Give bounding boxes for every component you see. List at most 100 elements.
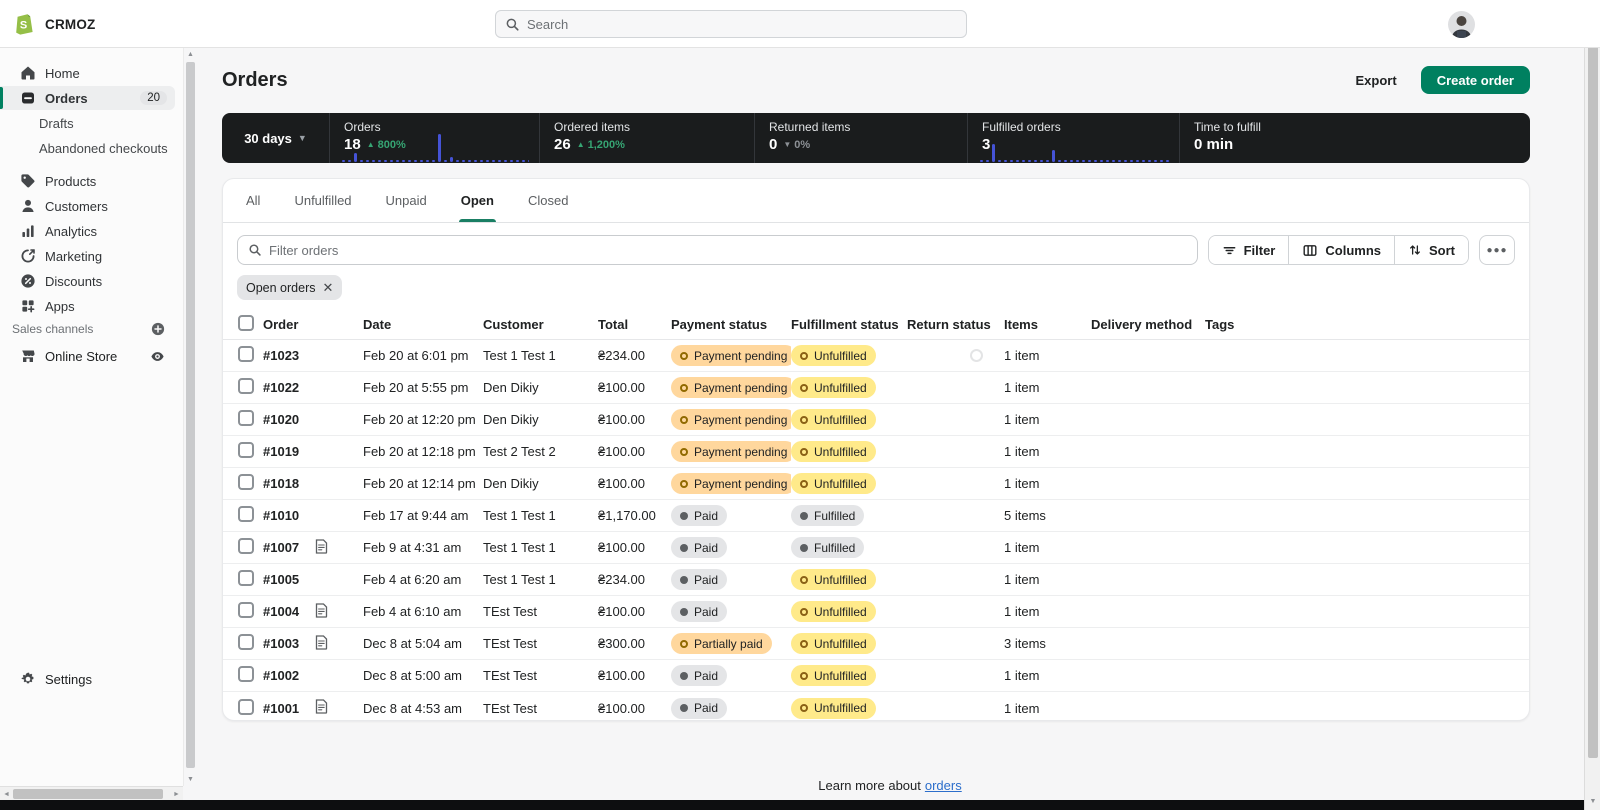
brand[interactable]: S CRMOZ — [14, 0, 96, 48]
row-checkbox[interactable] — [238, 570, 254, 586]
column-header-date[interactable]: Date — [363, 317, 483, 332]
tab-unpaid[interactable]: Unpaid — [380, 179, 433, 222]
order-number[interactable]: #1001 — [263, 701, 299, 716]
order-number[interactable]: #1005 — [263, 572, 299, 587]
sidebar-item-discounts[interactable]: Discounts — [0, 269, 175, 293]
stat-card-orders[interactable]: Orders18800% — [330, 113, 540, 163]
row-checkbox[interactable] — [238, 634, 254, 650]
order-number[interactable]: #1019 — [263, 444, 299, 459]
sidebar-item-analytics[interactable]: Analytics — [0, 219, 175, 243]
remove-filter-icon[interactable]: ✕ — [322, 280, 333, 296]
sidebar-item-drafts[interactable]: Drafts — [0, 111, 175, 135]
sidebar-scrollbar[interactable]: ▲ ▼ — [183, 48, 196, 786]
page-scrollbar-thumb[interactable] — [1588, 18, 1598, 758]
sidebar-item-products[interactable]: Products — [0, 169, 175, 193]
column-header-items[interactable]: Items — [1004, 317, 1091, 332]
global-search[interactable] — [495, 10, 967, 38]
row-checkbox[interactable] — [238, 442, 254, 458]
order-number[interactable]: #1010 — [263, 508, 299, 523]
order-number[interactable]: #1004 — [263, 604, 299, 619]
order-row[interactable]: #1007 Feb 9 at 4:31 am Test 1 Test 1 ₴100.0… — [223, 532, 1529, 564]
sidebar-item-apps[interactable]: Apps — [0, 294, 175, 318]
settings-label: Settings — [45, 671, 92, 687]
more-options-button[interactable]: ●●● — [1479, 235, 1515, 265]
order-row[interactable]: #1020 Feb 20 at 12:20 pm Den Dikiy ₴100.00 P… — [223, 404, 1529, 436]
tab-unfulfilled[interactable]: Unfulfilled — [288, 179, 357, 222]
user-avatar[interactable] — [1448, 11, 1475, 38]
order-row[interactable]: #1003 Dec 8 at 5:04 am TEst Test ₴300.00 Par… — [223, 628, 1529, 660]
sidebar-horizontal-scrollbar[interactable]: ◄ ► — [0, 786, 183, 800]
sidebar-item-marketing[interactable]: Marketing — [0, 244, 175, 268]
sidebar-item-online-store[interactable]: Online Store — [0, 344, 175, 368]
sort-button[interactable]: Sort — [1395, 236, 1468, 264]
filter-orders-input[interactable] — [269, 242, 1187, 258]
column-header-tags[interactable]: Tags — [1205, 317, 1529, 332]
row-checkbox[interactable] — [238, 698, 254, 715]
sidebar-item-home[interactable]: Home — [0, 61, 175, 85]
column-header-order[interactable]: Order — [263, 317, 363, 332]
scroll-right-icon[interactable]: ► — [170, 787, 183, 801]
sidebar-item-orders[interactable]: Orders 20 — [0, 86, 175, 110]
order-row[interactable]: #1001 Dec 8 at 4:53 am TEst Test ₴100.00 Pai… — [223, 692, 1529, 724]
export-button[interactable]: Export — [1346, 69, 1407, 92]
columns-button[interactable]: Columns — [1289, 236, 1395, 264]
row-checkbox[interactable] — [238, 410, 254, 426]
order-row[interactable]: #1019 Feb 20 at 12:18 pm Test 2 Test 2 ₴100… — [223, 436, 1529, 468]
filter-orders-field[interactable] — [237, 235, 1198, 265]
order-row[interactable]: #1018 Feb 20 at 12:14 pm Den Dikiy ₴100.00 P… — [223, 468, 1529, 500]
order-row[interactable]: #1023 Feb 20 at 6:01 pm Test 1 Test 1 ₴234.… — [223, 340, 1529, 372]
orders-help-link[interactable]: orders — [925, 778, 962, 793]
order-total: ₴100.00 — [598, 668, 645, 683]
stat-card-fulfilled-orders[interactable]: Fulfilled orders 3 — [968, 113, 1180, 163]
open-orders-filter-chip[interactable]: Open orders ✕ — [237, 275, 343, 300]
order-number[interactable]: #1023 — [263, 348, 299, 363]
column-header-customer[interactable]: Customer — [483, 317, 598, 332]
order-number[interactable]: #1022 — [263, 380, 299, 395]
row-checkbox[interactable] — [238, 474, 254, 490]
column-header-payment-status[interactable]: Payment status — [671, 317, 791, 332]
stat-card-ordered-items[interactable]: Ordered items 26 1,200% — [540, 113, 755, 163]
sidebar-item-settings[interactable]: Settings — [0, 667, 175, 691]
page-scrollbar[interactable]: ▲ ▼ — [1584, 0, 1600, 810]
row-checkbox[interactable] — [238, 538, 254, 554]
column-header-return-status[interactable]: Return status — [907, 317, 1004, 332]
column-header-total[interactable]: Total — [598, 317, 671, 332]
sidebar-hscrollbar-thumb[interactable] — [13, 789, 163, 799]
order-row[interactable]: #1002 Dec 8 at 5:00 am TEst Test ₴100.00 Pai… — [223, 660, 1529, 692]
page-scroll-down-icon[interactable]: ▼ — [1585, 795, 1600, 808]
page-title: Orders — [222, 68, 288, 91]
row-checkbox[interactable] — [238, 378, 254, 394]
order-row[interactable]: #1010 Feb 17 at 9:44 am Test 1 Test 1 ₴1,17… — [223, 500, 1529, 532]
sidebar-item-abandoned-checkouts[interactable]: Abandoned checkouts — [0, 136, 175, 160]
order-number[interactable]: #1020 — [263, 412, 299, 427]
column-header-fulfillment-status[interactable]: Fulfillment status — [791, 317, 907, 332]
tab-open[interactable]: Open — [455, 179, 500, 222]
order-row[interactable]: #1005 Feb 4 at 6:20 am Test 1 Test 1 ₴234.0… — [223, 564, 1529, 596]
add-sales-channel-icon[interactable] — [151, 322, 165, 336]
tab-all[interactable]: All — [240, 179, 266, 222]
view-store-icon[interactable] — [150, 349, 165, 364]
sidebar-scrollbar-thumb[interactable] — [186, 62, 195, 768]
order-number[interactable]: #1003 — [263, 636, 299, 651]
select-all-checkbox[interactable] — [238, 315, 254, 331]
order-row[interactable]: #1004 Feb 4 at 6:10 am TEst Test ₴100.00 Pai… — [223, 596, 1529, 628]
global-search-input[interactable] — [527, 16, 957, 32]
row-checkbox[interactable] — [238, 666, 254, 682]
order-number[interactable]: #1007 — [263, 540, 299, 555]
stat-card-time-to-fulfill[interactable]: Time to fulfill 0 min — [1180, 113, 1530, 163]
order-number[interactable]: #1002 — [263, 668, 299, 683]
order-date: Feb 20 at 12:18 pm — [363, 444, 476, 459]
stat-card-returned-items[interactable]: Returned items 0 0% — [755, 113, 968, 163]
filter-button[interactable]: Filter — [1208, 236, 1290, 264]
row-checkbox[interactable] — [238, 602, 254, 618]
column-header-delivery-method[interactable]: Delivery method — [1091, 317, 1205, 332]
order-row[interactable]: #1022 Feb 20 at 5:55 pm Den Dikiy ₴100.00 Pa… — [223, 372, 1529, 404]
tab-closed[interactable]: Closed — [522, 179, 574, 222]
sidebar-item-customers[interactable]: Customers — [0, 194, 175, 218]
row-checkbox[interactable] — [238, 506, 254, 522]
date-range-selector[interactable]: 30 days ▼ — [222, 113, 330, 163]
create-order-button[interactable]: Create order — [1420, 66, 1530, 94]
order-number[interactable]: #1018 — [263, 476, 299, 491]
row-checkbox[interactable] — [238, 346, 254, 362]
scroll-left-icon[interactable]: ◄ — [0, 787, 13, 801]
